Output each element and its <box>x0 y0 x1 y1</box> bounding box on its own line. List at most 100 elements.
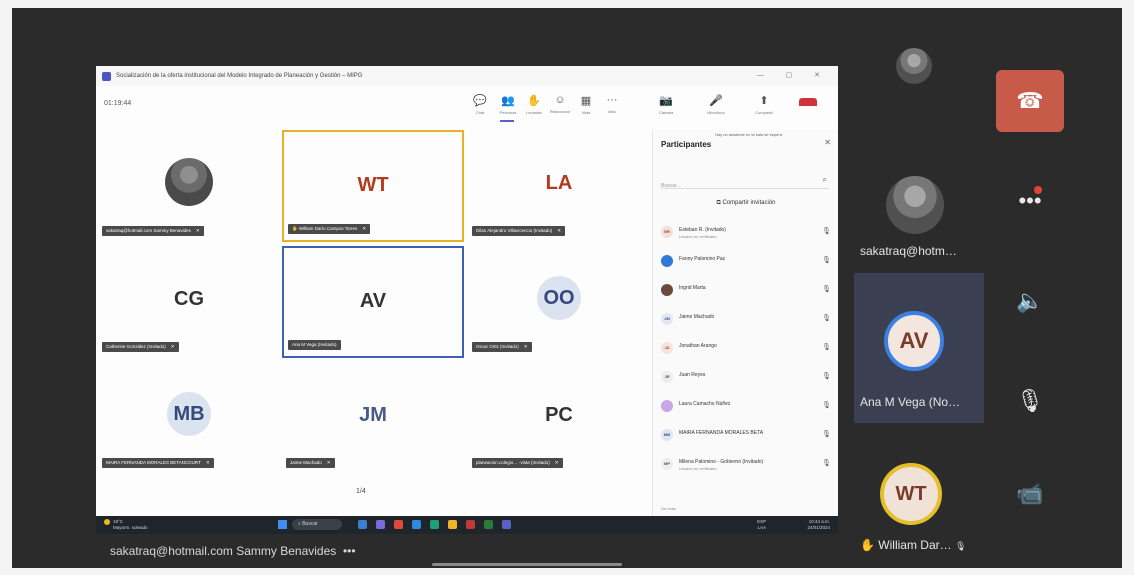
participant-photo <box>886 176 944 234</box>
tile-initials: PC <box>545 404 573 426</box>
window-titlebar: Socialización de la oferta institucional… <box>96 66 838 86</box>
folder-icon[interactable] <box>448 520 457 529</box>
smiley-icon: ☺ <box>554 94 566 106</box>
tile-initials: CG <box>174 288 204 310</box>
window-controls[interactable]: — ▢ ✕ <box>757 71 830 79</box>
participant-row[interactable]: Laura Camacho Núñez 🎙 <box>661 394 833 423</box>
teams-icon[interactable] <box>502 520 511 529</box>
participant-row[interactable]: Ingrid Marta 🎙 <box>661 278 833 307</box>
people-icon: 👥 <box>501 95 515 107</box>
video-tile[interactable]: OO Oscar Ortiz (Invitado) ✕ <box>468 246 650 358</box>
home-indicator[interactable] <box>432 563 622 566</box>
view-button[interactable]: ▦ Vista <box>574 94 598 115</box>
mic-off-icon: 🎙 <box>822 431 831 438</box>
video-tile[interactable]: CG Catherine González (Invitado) ✕ <box>98 246 280 358</box>
participant-row[interactable]: JM Jaime Machado 🎙 <box>661 307 833 336</box>
video-tile[interactable]: sakatraq@hotmail.com Sammy Benavides ✕ <box>98 130 280 242</box>
lobby-notice[interactable]: Hay un asistente en la sala de espera <box>715 132 782 137</box>
active-speaker-tile[interactable]: AV Ana M Vega (No… <box>854 273 984 423</box>
hand-icon: ✋ <box>527 95 541 107</box>
chat-icon: 💬 <box>473 95 487 107</box>
mic-off-icon: ✕ <box>557 228 561 233</box>
leave-button[interactable] <box>799 98 817 106</box>
taskbar-app-icon[interactable] <box>376 520 385 529</box>
speaker-avatar: AV <box>884 311 944 371</box>
taskbar-app-icon[interactable] <box>466 520 475 529</box>
mic-off-icon: 🎙 <box>822 402 831 409</box>
taskbar-app-icon[interactable] <box>394 520 403 529</box>
windows-start-icon[interactable] <box>278 520 287 529</box>
hang-up-button[interactable]: ☎ <box>996 70 1064 132</box>
phone-hangup-icon: ☎ <box>1016 88 1044 113</box>
mic-off-icon: 🎙 <box>822 257 831 264</box>
mic-button[interactable]: 🎤 Micrófono <box>704 94 728 115</box>
taskbar-app-icon[interactable] <box>358 520 367 529</box>
tile-name-tag: sakatraq@hotmail.com Sammy Benavides ✕ <box>102 226 204 236</box>
meeting-toolbar: 💬 Chat 👥 Personas ✋ Levantar ☺ Reaccionar ▦ V… <box>466 90 838 122</box>
participant-row[interactable]: ER Esteban R. (Invitado) Usuario no verifi… <box>661 220 833 249</box>
video-tile[interactable]: PC planeacion.colegio… -vista (Invitado)… <box>468 362 650 474</box>
video-toggle-button[interactable]: 📹 <box>996 463 1064 525</box>
participant-search-input[interactable]: Buscar… ⌕ <box>661 174 829 189</box>
people-button[interactable]: 👥 Personas <box>496 94 520 115</box>
call-side-panel: sakatraq@hotm… AV Ana M Vega (No… WT ✋ W… <box>838 8 1122 568</box>
participant-photo <box>165 158 213 206</box>
window-title: Socialización de la oferta institucional… <box>116 73 363 79</box>
mic-off-icon: ✕ <box>362 226 367 231</box>
chat-button[interactable]: 💬 Chat <box>468 94 492 115</box>
taskbar-app-icon[interactable] <box>412 520 421 529</box>
taskbar-app-icon[interactable] <box>484 520 493 529</box>
participant-row[interactable]: Fanny Palomino Paz 🎙 <box>661 249 833 278</box>
taskbar-app-icon[interactable] <box>430 520 439 529</box>
video-tile[interactable]: JM Jaime Machado ✕ <box>282 362 464 474</box>
video-tile[interactable]: AV Ana M Vega (Invitado) <box>282 246 464 358</box>
share-button[interactable]: ⬆ Compartir <box>752 94 776 115</box>
search-icon: ⌕ <box>822 175 827 184</box>
more-button[interactable]: ··· Más <box>600 94 624 114</box>
hand-icon: ✋ <box>860 538 875 552</box>
tile-name-tag: Catherine González (Invitado) ✕ <box>102 342 179 352</box>
participant-avatar[interactable]: WT <box>880 463 942 525</box>
grid-pager[interactable]: 1/4 <box>356 488 366 495</box>
raise-hand-button[interactable]: ✋ Levantar <box>522 94 546 115</box>
speaker-icon: 🔈 <box>1016 288 1044 313</box>
system-tray[interactable]: ESP LAA 10:44 a.m. 24/01/2024 <box>757 519 830 531</box>
presenter-caption: sakatraq@hotmail.com Sammy Benavides ••• <box>110 544 356 558</box>
taskbar-search[interactable]: ⌕ Buscar <box>292 519 342 530</box>
video-tile[interactable]: LA Dilan Alejandro Villavicencio (Invita… <box>468 130 650 242</box>
mic-off-icon: 🎙 <box>1016 388 1044 413</box>
mic-off-icon: 🎙 <box>822 373 831 380</box>
active-tab-indicator <box>500 120 514 122</box>
tile-initials: LA <box>545 172 573 194</box>
participant-row[interactable]: JA Jonathan Arango 🎙 <box>661 336 833 365</box>
shared-screen: Socialización de la oferta institucional… <box>96 66 838 516</box>
tile-name-tag: Oscar Ortiz (Invitado) ✕ <box>472 342 532 352</box>
mic-off-icon: 🎙 <box>822 228 831 235</box>
mic-off-icon: ✕ <box>523 344 528 349</box>
panel-title: Participantes <box>661 140 712 149</box>
participant-row[interactable]: MP Milena Palomino - Gobierno (Invitado) U… <box>661 452 833 481</box>
more-options-button[interactable]: ••• <box>996 170 1064 232</box>
video-tile[interactable]: WT ✋ William Darío Campos Torres ✕ <box>282 130 464 242</box>
more-icon[interactable]: ••• <box>343 544 356 558</box>
language-indicator: ESP LAA <box>757 519 767 530</box>
teams-app-icon <box>102 71 111 81</box>
taskbar-weather[interactable]: 19°C Mayorm. soleado <box>104 519 148 531</box>
tile-name-tag: Jaime Machado ✕ <box>286 458 335 468</box>
close-icon[interactable]: ✕ <box>824 138 831 147</box>
see-more-link[interactable]: Ver más <box>661 506 676 511</box>
video-tile[interactable]: MB MAIRA FERNANDA MORALES BETANCOURT ✕ <box>98 362 280 474</box>
react-button[interactable]: ☺ Reaccionar <box>548 94 572 114</box>
participant-row[interactable]: JR Juan Reyes 🎙 <box>661 365 833 394</box>
grid-view-icon: ▦ <box>580 95 592 107</box>
mic-off-icon: ✕ <box>554 460 559 465</box>
participant-row[interactable]: MB MAIRA FERNANDA MORALES BETA 🎙 <box>661 423 833 452</box>
speaker-button[interactable]: 🔈 <box>996 270 1064 332</box>
participant-avatar: JA <box>661 342 673 354</box>
participant-avatar: MP <box>661 458 673 470</box>
camera-button[interactable]: 📷 Cámara <box>654 94 678 115</box>
share-invite-link[interactable]: ⧉ Compartir invitación <box>653 200 838 207</box>
mute-button[interactable]: 🎙 <box>996 370 1064 432</box>
tile-initials: JM <box>359 404 387 426</box>
tile-initials: WT <box>357 174 389 196</box>
